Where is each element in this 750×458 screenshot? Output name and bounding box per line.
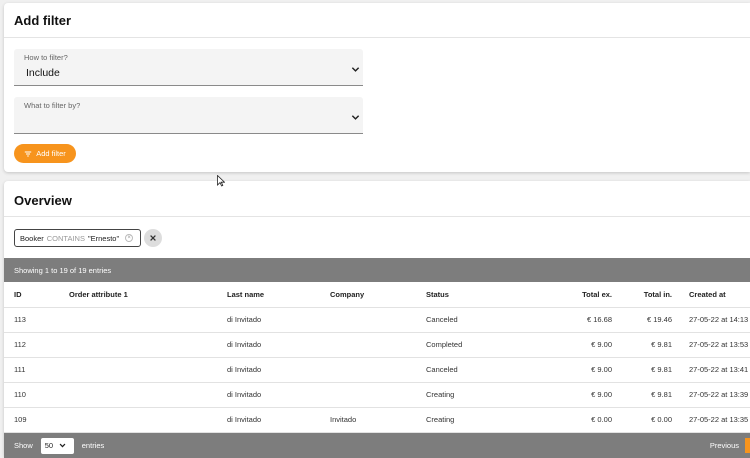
what-to-filter-select[interactable]: What to filter by? (14, 97, 363, 134)
entries-label: entries (81, 441, 105, 450)
table-info: Showing 1 to 19 of 19 entries (4, 258, 750, 282)
add-filter-title: Add filter (4, 3, 750, 38)
orders-table: ID Order attribute 1 Last name Company S… (4, 282, 750, 433)
page-length-select[interactable]: 50 (40, 437, 74, 454)
col-status[interactable]: Status (426, 282, 513, 308)
chevron-down-icon (59, 443, 66, 448)
chip-field: Booker (20, 233, 44, 243)
chip-remove-icon[interactable]: × (125, 234, 134, 242)
close-icon (150, 235, 156, 241)
chevron-down-icon (351, 115, 360, 120)
clear-filters-button[interactable] (144, 229, 162, 247)
overview-card: Overview Booker CONTAINS "Ernesto" × Sho… (4, 181, 750, 458)
how-to-filter-value: Include (26, 67, 60, 79)
table-row[interactable]: 109 di Invitado Invitado Creating € 0.00… (4, 407, 750, 433)
what-to-filter-label: What to filter by? (24, 101, 81, 110)
table-row[interactable]: 110 di Invitado Creating € 9.00 € 9.81 2… (4, 382, 750, 408)
table-row[interactable]: 112 di Invitado Completed € 9.00 € 9.81 … (4, 332, 750, 358)
active-filter-chip[interactable]: Booker CONTAINS "Ernesto" × (14, 229, 141, 247)
col-total-ex[interactable]: Total ex. (513, 282, 612, 308)
add-filter-card: Add filter How to filter? Include What t… (4, 3, 750, 172)
add-filter-button-label: Add filter (36, 149, 66, 158)
col-company[interactable]: Company (330, 282, 426, 308)
chip-value: "Ernesto" (87, 233, 120, 243)
overview-title: Overview (4, 181, 750, 217)
chevron-down-icon (351, 67, 360, 72)
table-header-row: ID Order attribute 1 Last name Company S… (4, 282, 750, 308)
how-to-filter-label: How to filter? (24, 53, 68, 62)
col-id[interactable]: ID (4, 282, 69, 308)
how-to-filter-select[interactable]: How to filter? Include (14, 49, 363, 86)
filter-icon (24, 150, 32, 157)
col-order-attribute[interactable]: Order attribute 1 (69, 282, 227, 308)
add-filter-button[interactable]: Add filter (14, 144, 76, 163)
chip-operator: CONTAINS (46, 233, 85, 243)
previous-page-button[interactable]: Previous (710, 441, 739, 450)
col-created-at[interactable]: Created at (672, 282, 750, 308)
table-row[interactable]: 113 di Invitado Canceled € 16.68 € 19.46… (4, 307, 750, 333)
table-row[interactable]: 111 di Invitado Canceled € 9.00 € 9.81 2… (4, 357, 750, 383)
page-length-value: 50 (44, 441, 54, 450)
table-footer: Show 50 entries Previous (4, 433, 750, 458)
current-page-button[interactable] (745, 438, 750, 453)
show-label: Show (14, 441, 33, 450)
mouse-cursor-icon (217, 175, 225, 187)
col-total-in[interactable]: Total in. (612, 282, 672, 308)
col-last-name[interactable]: Last name (227, 282, 330, 308)
